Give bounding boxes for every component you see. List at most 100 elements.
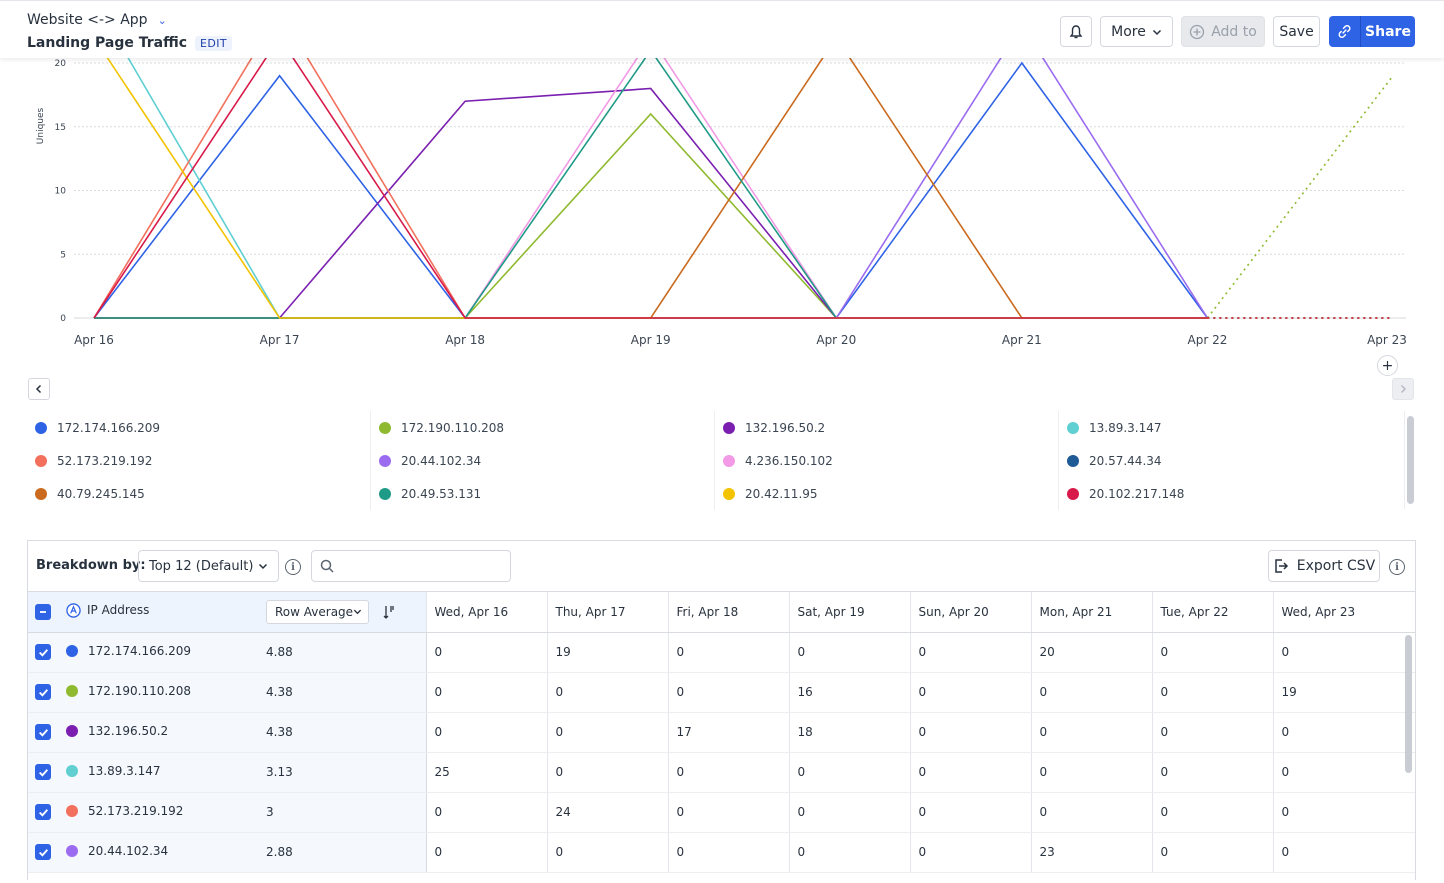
- day-header[interactable]: Fri, Apr 18: [667, 592, 789, 633]
- add-annotation-button[interactable]: +: [1377, 355, 1398, 376]
- row-average-cell: 2.88: [258, 832, 427, 873]
- day-header[interactable]: Sun, Apr 20: [909, 592, 1031, 633]
- legend-label: 132.196.50.2: [745, 420, 826, 435]
- day-header[interactable]: Mon, Apr 21: [1030, 592, 1152, 633]
- legend-item[interactable]: 20.42.11.95: [715, 477, 1059, 510]
- table-row[interactable]: 172.174.166.209 4.88 0 19 0 0 0 20 0 0: [28, 632, 1415, 673]
- chevron-down-icon[interactable]: ⌄: [158, 14, 167, 27]
- row-checkbox[interactable]: [35, 684, 51, 700]
- share-button[interactable]: Share: [1361, 16, 1415, 47]
- series-line[interactable]: [94, 58, 1208, 319]
- legend-color-dot: [379, 421, 391, 434]
- chart-legend: 172.174.166.209 172.190.110.208 132.196.50…: [27, 411, 1403, 510]
- table-search[interactable]: [311, 550, 511, 582]
- add-to-button[interactable]: Add to: [1181, 16, 1265, 47]
- check-icon: [38, 848, 48, 857]
- value-cell: 0: [909, 832, 1031, 873]
- legend-scrollbar-thumb[interactable]: [1407, 416, 1414, 504]
- legend-item[interactable]: 20.102.217.148: [1059, 477, 1403, 510]
- export-csv-button[interactable]: Export CSV: [1268, 550, 1380, 582]
- series-line[interactable]: [94, 58, 1209, 319]
- row-checkbox[interactable]: [35, 804, 51, 820]
- y-tick-label: 10: [55, 187, 67, 197]
- legend-item[interactable]: 40.79.245.145: [27, 477, 371, 510]
- legend-color-dot: [35, 421, 47, 434]
- value-cell: 25: [425, 752, 547, 793]
- legend-item[interactable]: 20.44.102.34: [371, 444, 715, 477]
- y-tick-label: 15: [55, 123, 66, 133]
- series-line[interactable]: [94, 58, 1208, 319]
- ip-label: 20.44.102.34: [88, 844, 169, 858]
- table-row[interactable]: 13.89.3.147 3.13 25 0 0 0 0 0 0 0: [28, 752, 1415, 793]
- more-button[interactable]: More: [1100, 16, 1173, 47]
- ip-cell: 172.190.110.208: [58, 672, 258, 713]
- value-cell: 0: [1030, 792, 1152, 833]
- legend-item[interactable]: 20.57.44.34: [1059, 444, 1403, 477]
- series-line[interactable]: [94, 87, 1208, 319]
- breadcrumb[interactable]: Website <-> App ⌄: [27, 12, 167, 28]
- value-cell: 0: [788, 632, 910, 673]
- table-row[interactable]: 172.190.110.208 4.38 0 0 0 16 0 0 0 19: [28, 672, 1415, 713]
- value-cell: 0: [667, 752, 789, 793]
- row-average-cell: 4.38: [258, 712, 427, 753]
- row-checkbox[interactable]: [35, 724, 51, 740]
- check-icon: [38, 808, 48, 817]
- x-tick-label: Apr 22: [1188, 333, 1228, 347]
- ip-label: 13.89.3.147: [88, 764, 161, 778]
- value-cell: 0: [667, 832, 789, 873]
- legend-item[interactable]: 52.173.219.192: [27, 444, 371, 477]
- row-checkbox-cell: [28, 712, 58, 753]
- row-checkbox[interactable]: [35, 844, 51, 860]
- series-line[interactable]: [94, 58, 1208, 319]
- value-cell: 0: [425, 672, 547, 713]
- chevron-down-icon: [353, 609, 362, 615]
- chart-scroll-left-button[interactable]: [28, 378, 50, 400]
- legend-item[interactable]: 172.190.110.208: [371, 411, 715, 444]
- ip-address-header[interactable]: IP Address: [58, 592, 258, 633]
- search-input[interactable]: [342, 558, 502, 574]
- table-scrollbar[interactable]: [1400, 633, 1416, 883]
- info-icon[interactable]: i: [1389, 559, 1405, 575]
- day-header[interactable]: Thu, Apr 17: [546, 592, 668, 633]
- day-header[interactable]: Tue, Apr 22: [1151, 592, 1273, 633]
- series-line[interactable]: [94, 58, 1208, 319]
- table-row[interactable]: 52.173.219.192 3 0 24 0 0 0 0 0 0: [28, 792, 1415, 833]
- legend-scrollbar[interactable]: [1404, 411, 1415, 509]
- legend-item[interactable]: 132.196.50.2: [715, 411, 1059, 444]
- series-line[interactable]: [93, 58, 1208, 319]
- save-button[interactable]: Save: [1273, 16, 1320, 47]
- legend-item[interactable]: 13.89.3.147: [1059, 411, 1403, 444]
- chevron-down-icon: [1152, 29, 1161, 35]
- series-line-incomplete[interactable]: [1206, 75, 1394, 319]
- legend-item[interactable]: 20.49.53.131: [371, 477, 715, 510]
- table-row[interactable]: 132.196.50.2 4.38 0 0 17 18 0 0 0 0: [28, 712, 1415, 753]
- chart-scroll-right-button[interactable]: [1392, 378, 1414, 400]
- copy-link-button[interactable]: [1329, 16, 1361, 47]
- ip-cell: 20.44.102.34: [58, 832, 258, 873]
- day-header[interactable]: Wed, Apr 16: [425, 592, 547, 633]
- legend-color-dot: [723, 454, 735, 467]
- row-checkbox[interactable]: [35, 764, 51, 780]
- series-line[interactable]: [94, 58, 1208, 319]
- row-average-cell: 3: [258, 792, 427, 833]
- legend-item[interactable]: 4.236.150.102: [715, 444, 1059, 477]
- day-header[interactable]: Sat, Apr 19: [788, 592, 910, 633]
- series-line[interactable]: [93, 58, 1208, 319]
- breakdown-select[interactable]: Top 12 (Default): [138, 550, 279, 582]
- value-cell: 18: [788, 712, 910, 753]
- series-color-dot: [66, 685, 78, 697]
- value-cell: 0: [1272, 792, 1415, 833]
- select-all-checkbox[interactable]: [35, 603, 51, 620]
- y-tick-label: 5: [60, 250, 66, 260]
- row-average-select[interactable]: Row Average: [266, 599, 369, 624]
- edit-title-button[interactable]: EDIT: [195, 35, 232, 51]
- legend-item[interactable]: 172.174.166.209: [27, 411, 371, 444]
- table-row[interactable]: 20.44.102.34 2.88 0 0 0 0 0 23 0 0: [28, 832, 1415, 873]
- info-icon[interactable]: i: [285, 559, 301, 575]
- day-header[interactable]: Wed, Apr 23: [1272, 592, 1415, 633]
- row-checkbox[interactable]: [35, 644, 51, 660]
- table-scrollbar-thumb[interactable]: [1405, 635, 1412, 773]
- sort-icon[interactable]: [383, 605, 395, 619]
- value-cell: 0: [1151, 792, 1273, 833]
- alert-button[interactable]: [1060, 16, 1092, 47]
